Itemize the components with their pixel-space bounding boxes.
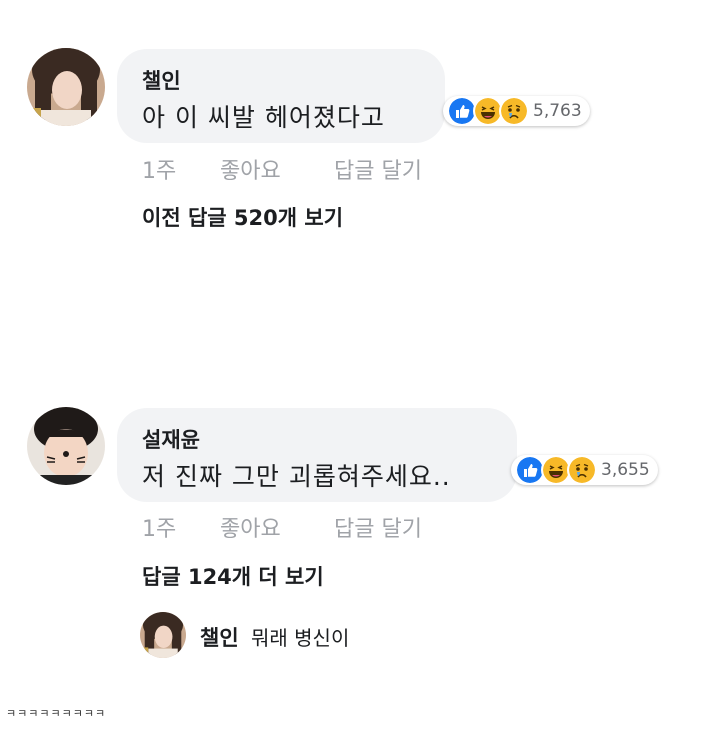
comment-author[interactable]: 챌인: [142, 65, 181, 95]
comment-text: 저 진짜 그만 괴롭혀주세요..: [142, 462, 451, 491]
reply-button[interactable]: 답글 달기: [334, 511, 422, 543]
reaction-count: 3,655: [601, 460, 650, 480]
reply-content: 챌인 뭐래 병신이: [200, 622, 349, 652]
avatar[interactable]: [27, 48, 105, 126]
sad-reaction-icon: [499, 96, 529, 126]
reaction-summary[interactable]: 5,763: [443, 96, 590, 126]
like-button[interactable]: 좋아요: [220, 153, 281, 185]
reaction-summary[interactable]: 3,655: [511, 455, 658, 485]
view-previous-replies-link[interactable]: 이전 답글 520개 보기: [142, 202, 343, 232]
comment-time[interactable]: 1주: [142, 511, 176, 543]
comment-author[interactable]: 설재윤: [142, 424, 200, 454]
reply-author[interactable]: 챌인: [200, 626, 239, 650]
like-button[interactable]: 좋아요: [220, 511, 281, 543]
sad-reaction-icon: [567, 455, 597, 485]
reaction-count: 5,763: [533, 101, 582, 121]
comment-text: 아 이 씨발 헤어졌다고: [142, 103, 385, 132]
reply-text: 뭐래 병신이: [251, 626, 350, 650]
comment-time[interactable]: 1주: [142, 153, 176, 185]
avatar[interactable]: [27, 407, 105, 485]
reply-avatar[interactable]: [140, 612, 186, 658]
reply-button[interactable]: 답글 달기: [334, 153, 422, 185]
caption-text: ㅋㅋㅋㅋㅋㅋㅋㅋㅋ: [6, 707, 107, 720]
view-more-replies-link[interactable]: 답글 124개 더 보기: [142, 561, 324, 591]
